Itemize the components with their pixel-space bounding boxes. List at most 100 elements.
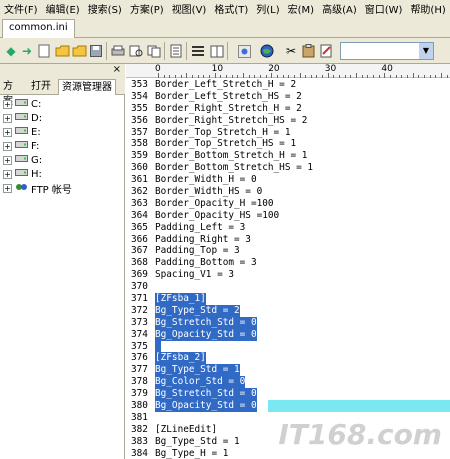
new-file-icon[interactable] bbox=[36, 43, 52, 59]
tree-item-label: C: bbox=[31, 98, 42, 110]
ruler-tick bbox=[412, 73, 414, 78]
open-folder2-icon[interactable] bbox=[71, 43, 87, 59]
save-icon[interactable] bbox=[88, 43, 104, 59]
line-number: 353 bbox=[131, 79, 148, 90]
print-preview-icon[interactable] bbox=[128, 43, 144, 59]
tree-item[interactable]: + C: bbox=[0, 97, 125, 111]
menu-item[interactable]: 文件(F) bbox=[4, 1, 38, 16]
tree-item-label: F: bbox=[31, 140, 40, 152]
forward-arrow-icon[interactable]: ➜ bbox=[19, 43, 35, 59]
code-line[interactable]: 358 Border_Top_Stretch_HS = 1 bbox=[126, 138, 450, 150]
code-line[interactable]: 368 Padding_Bottom = 3 bbox=[126, 257, 450, 269]
expand-icon[interactable]: + bbox=[3, 169, 12, 179]
line-text: Bg_Type_H = 1 bbox=[155, 447, 229, 459]
code-line[interactable]: 360 Border_Bottom_Stretch_HS = 1 bbox=[126, 162, 450, 174]
list-icon[interactable] bbox=[190, 43, 206, 59]
menu-item[interactable]: 搜索(S) bbox=[88, 1, 122, 16]
tree-item[interactable]: + D: bbox=[0, 111, 125, 125]
tree-item-label: E: bbox=[31, 126, 41, 138]
code-line[interactable]: 364 Border_Opacity_HS =100 bbox=[126, 210, 450, 222]
menu-item[interactable]: 窗口(W) bbox=[365, 1, 403, 16]
code-line[interactable]: 367 Padding_Top = 3 bbox=[126, 245, 450, 257]
code-line[interactable]: 371 [ZFsba_1] bbox=[126, 293, 450, 305]
line-number: 373 bbox=[131, 316, 148, 328]
drive-icon bbox=[15, 112, 29, 124]
code-line[interactable]: 380 Bg_Opacity_Std = 0 bbox=[126, 400, 450, 412]
code-line[interactable]: 372 Bg_Type_Std = 2 bbox=[126, 304, 450, 317]
code-line[interactable]: 359 Border_Bottom_Stretch_H = 1 bbox=[126, 150, 450, 162]
tree-item[interactable]: + E: bbox=[0, 125, 125, 139]
ruler-tick bbox=[322, 75, 324, 78]
code-line[interactable]: 378 Bg_Color_Std = 0 bbox=[126, 376, 450, 389]
tree-item[interactable]: + F: bbox=[0, 139, 125, 153]
close-icon[interactable]: × bbox=[113, 64, 121, 76]
line-number: 368 bbox=[131, 257, 148, 269]
ruler-label: 10 bbox=[211, 64, 224, 74]
tab-explorer[interactable]: 资源管理器 bbox=[58, 79, 116, 95]
tree-item[interactable]: + G: bbox=[0, 153, 125, 167]
menu-item[interactable]: 列(L) bbox=[256, 1, 279, 16]
code-line[interactable]: 379 Bg_Stretch_Std = 0 bbox=[126, 388, 450, 401]
line-text: Spacing_V1 = 3 bbox=[155, 269, 235, 281]
globe-icon[interactable] bbox=[259, 43, 275, 59]
line-number: 356 bbox=[131, 114, 148, 126]
code-line[interactable]: 356 Border_Right_Stretch_HS = 2 bbox=[126, 115, 450, 127]
drive-icon bbox=[15, 126, 29, 138]
tab-open[interactable]: 打开 bbox=[28, 79, 54, 95]
code-line[interactable]: 357 Border_Top_Stretch_H = 1 bbox=[126, 127, 450, 139]
font-combo[interactable]: ▼ bbox=[340, 42, 434, 60]
back-icon[interactable]: ◆ bbox=[3, 43, 19, 59]
ruler-tick bbox=[441, 73, 442, 78]
code-line[interactable]: 361 Border_Width_H = 0 bbox=[126, 174, 450, 186]
expand-icon[interactable]: + bbox=[3, 113, 12, 123]
document-icon[interactable] bbox=[168, 43, 184, 59]
tree-item-label: H: bbox=[31, 168, 42, 180]
open-folder-icon[interactable] bbox=[54, 43, 70, 59]
code-line[interactable]: 365 Padding_Left = 3 bbox=[126, 222, 450, 234]
menu-item[interactable]: 方案(P) bbox=[130, 1, 164, 16]
cut-icon[interactable]: ✂ bbox=[283, 43, 299, 59]
code-line[interactable]: 374 Bg_Opacity_Std = 0 bbox=[126, 328, 450, 341]
code-line[interactable]: 375 bbox=[126, 340, 450, 353]
expand-icon[interactable]: + bbox=[3, 141, 12, 151]
code-line[interactable]: 363 Border_Opacity_H =100 bbox=[126, 198, 450, 210]
menu-item[interactable]: 视图(V) bbox=[172, 1, 207, 16]
code-area[interactable]: 353 Border_Left_Stretch_H = 2 354 Border_Le… bbox=[126, 79, 450, 459]
line-number: 378 bbox=[131, 376, 148, 388]
code-line[interactable]: 376 [ZFsba_2] bbox=[126, 352, 450, 365]
info-icon[interactable] bbox=[236, 43, 252, 59]
ruler-tick bbox=[435, 75, 437, 78]
code-line[interactable]: 370 bbox=[126, 281, 450, 293]
tab-scheme[interactable]: 方案 bbox=[0, 79, 22, 107]
print-icon[interactable] bbox=[110, 43, 126, 59]
expand-icon[interactable]: + bbox=[3, 155, 12, 165]
code-line[interactable]: 377 Bg_Type_Std = 1 bbox=[126, 364, 450, 377]
expand-icon[interactable]: + bbox=[3, 127, 12, 137]
paste-icon[interactable] bbox=[300, 43, 316, 59]
chevron-down-icon[interactable]: ▼ bbox=[419, 43, 433, 59]
tree-item[interactable]: + H: bbox=[0, 167, 125, 181]
code-line[interactable]: 366 Padding_Right = 3 bbox=[126, 234, 450, 246]
document-tab[interactable]: common.ini bbox=[2, 19, 75, 38]
code-line[interactable]: 353 Border_Left_Stretch_H = 2 bbox=[126, 79, 450, 91]
code-line[interactable]: 362 Border_Width_HS = 0 bbox=[126, 186, 450, 198]
code-line[interactable]: 373 Bg_Stretch_Std = 0 bbox=[126, 316, 450, 329]
menu-item[interactable]: 编辑(E) bbox=[46, 1, 80, 16]
code-line[interactable]: 369 Spacing_V1 = 3 bbox=[126, 269, 450, 281]
editor[interactable]: 0 10 20 30 40 353 Border_Left_Stretch_H = 2 35… bbox=[126, 64, 450, 459]
edit-icon[interactable] bbox=[318, 43, 334, 59]
copy-icon[interactable] bbox=[146, 43, 162, 59]
menu-item[interactable]: 帮助(H) bbox=[410, 1, 445, 16]
expand-icon[interactable]: + bbox=[3, 99, 12, 109]
expand-icon[interactable]: + bbox=[3, 183, 12, 193]
menu-item[interactable]: 格式(T) bbox=[214, 1, 248, 16]
menu-item[interactable]: 高级(A) bbox=[322, 1, 357, 16]
ruler-tick bbox=[276, 75, 278, 78]
tree-item[interactable]: + FTP 帐号 bbox=[0, 181, 125, 196]
code-line[interactable]: 355 Border_Right_Stretch_H = 2 bbox=[126, 103, 450, 115]
watermark: IT168.com bbox=[278, 418, 442, 451]
column-icon[interactable] bbox=[209, 43, 225, 59]
menu-item[interactable]: 宏(M) bbox=[288, 1, 314, 16]
code-line[interactable]: 354 Border_Left_Stretch_HS = 2 bbox=[126, 91, 450, 103]
ruler-tick bbox=[288, 75, 290, 78]
